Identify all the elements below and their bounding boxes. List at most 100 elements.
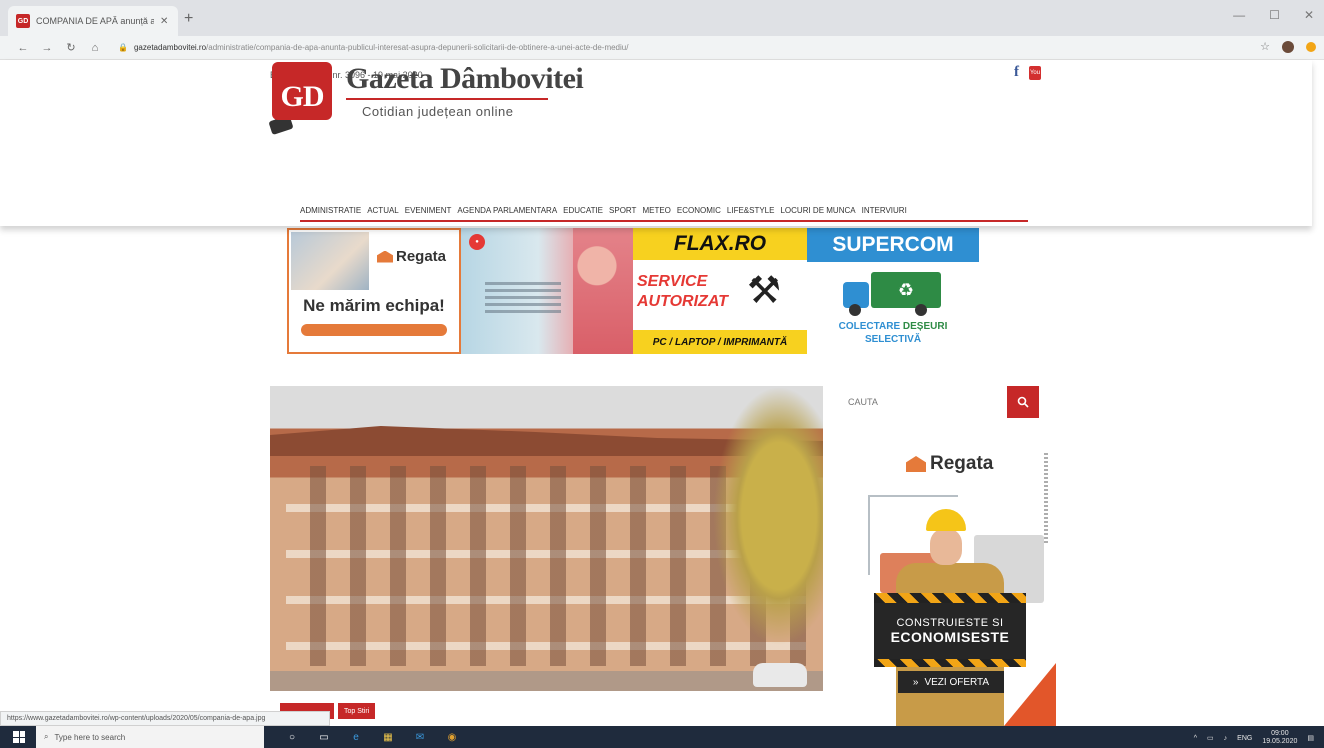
task-view-icon[interactable]: ▭ — [316, 730, 332, 744]
double-chevron-icon: » — [912, 676, 919, 688]
vezi-oferta-button[interactable]: » VEZI OFERTA — [898, 671, 1004, 693]
taskbar-apps: ○ ▭ e ▦ ✉ ◉ — [284, 730, 460, 744]
nav-item-locuri-de-munca[interactable]: LOCURI DE MUNCA — [780, 206, 855, 215]
badge-icon: ● — [469, 234, 485, 250]
youtube-icon[interactable]: You — [1029, 65, 1041, 80]
regata-headline: Ne mărim echipa! — [303, 296, 445, 315]
nav-item-interviuri[interactable]: INTERVIURI — [862, 206, 907, 215]
nav-item-economic[interactable]: ECONOMIC — [677, 206, 721, 215]
regata-sidebar-ad[interactable]: Regata CONSTRUIESTE SI ECONOMISESTE » VE… — [844, 443, 1056, 726]
close-window-icon[interactable]: ✕ — [1304, 8, 1314, 22]
regata-jobs-banner[interactable]: Regata Ne mărim echipa! — [287, 228, 461, 354]
tag-top-stiri[interactable]: Top Stiri — [338, 703, 376, 719]
profile-avatar[interactable] — [1282, 40, 1294, 53]
title-underline — [346, 98, 548, 100]
car — [753, 663, 807, 687]
window-controls: — ☐ ✕ — [1233, 8, 1314, 22]
forward-icon[interactable]: → — [38, 42, 56, 54]
hazard-stripe-bottom — [874, 659, 1026, 667]
house-icon — [906, 456, 926, 472]
url-domain: gazetadambovitei.ro — [133, 43, 207, 52]
search-icon: ⌕ — [44, 732, 49, 741]
facebook-icon[interactable]: f — [1014, 64, 1019, 81]
home-icon[interactable]: ⌂ — [86, 42, 104, 54]
windows-logo-icon — [13, 731, 25, 743]
tools-icon: ⚒ — [747, 270, 782, 312]
orange-corner — [1004, 663, 1056, 726]
edge-icon[interactable]: e — [348, 730, 364, 744]
bookmark-star-icon[interactable]: ☆ — [1260, 40, 1270, 53]
search-input[interactable] — [842, 386, 1007, 418]
supercom-text: COLECTARE DEȘEURI SELECTIVĂ — [838, 321, 948, 345]
site-header: Ediția de marți, nr. 3096 - 19 mai 2020 … — [0, 60, 1312, 226]
nav-underline — [300, 220, 1028, 222]
nav-item-educatie[interactable]: EDUCATIE — [563, 206, 603, 215]
social-links: f You — [1014, 64, 1041, 81]
url-path: /administratie/compania-de-apa-anunta-pu… — [206, 43, 629, 52]
nav-item-eveniment[interactable]: EVENIMENT — [405, 206, 452, 215]
sidebar-search — [842, 386, 1039, 418]
volume-icon[interactable]: ♪ — [1224, 735, 1228, 742]
flax-banner[interactable]: FLAX.RO SERVICE AUTORIZAT ⚒ PC / LAPTOP … — [633, 228, 807, 354]
language-indicator[interactable]: ENG — [1237, 735, 1252, 742]
regata-logo: Regata — [906, 453, 993, 475]
ad-text-lines — [485, 282, 561, 317]
notifications-icon[interactable]: ▤ — [1307, 734, 1314, 742]
store-icon[interactable]: ▦ — [380, 730, 396, 744]
supercom-banner[interactable]: SUPERCOM ♻ COLECTARE DEȘEURI SELECTIVĂ — [807, 228, 979, 354]
taskbar-search[interactable]: ⌕ Type here to search — [36, 726, 264, 748]
minimize-icon[interactable]: — — [1233, 8, 1245, 22]
mail-icon[interactable]: ✉ — [412, 730, 428, 744]
garbage-truck-icon: ♻ — [843, 270, 943, 316]
tab-title: COMPANIA DE APĂ anunță auti — [36, 16, 154, 26]
reload-icon[interactable]: ↻ — [62, 41, 80, 54]
favicon-icon: GD — [16, 14, 30, 28]
ad-message-panel: CONSTRUIESTE SI ECONOMISESTE — [874, 603, 1026, 659]
browser-tab-bar: GD COMPANIA DE APĂ anunță auti ✕ + — ☐ ✕ — [0, 0, 1324, 36]
tray-chevron-icon[interactable]: ^ — [1194, 735, 1197, 742]
music-ad-banner[interactable]: ● — [461, 228, 633, 354]
nav-item-agenda-parlamentara[interactable]: AGENDA PARLAMENTARA — [457, 206, 557, 215]
chrome-icon[interactable]: ◉ — [444, 730, 460, 744]
regata-logo: Regata — [377, 248, 446, 265]
browser-tab[interactable]: GD COMPANIA DE APĂ anunță auti ✕ — [8, 6, 178, 36]
browser-status-bar: https://www.gazetadambovitei.ro/wp-conte… — [0, 711, 330, 726]
nav-item-lifestyle[interactable]: LIFE&STYLE — [727, 206, 775, 215]
clock[interactable]: 09:00 19.05.2020 — [1262, 730, 1297, 746]
street — [270, 671, 823, 691]
back-icon[interactable]: ← — [14, 42, 32, 54]
toolbar-right: ☆ — [1260, 40, 1316, 53]
flax-logo: FLAX.RO — [633, 228, 807, 260]
house-icon — [377, 250, 393, 263]
site-title[interactable]: Gazeta Dâmbovitei — [346, 62, 584, 96]
article-hero-image[interactable] — [270, 386, 823, 691]
nav-item-sport[interactable]: SPORT — [609, 206, 636, 215]
nav-item-administratie[interactable]: ADMINISTRATIE — [300, 206, 361, 215]
extension-icon[interactable] — [1306, 41, 1316, 52]
search-icon — [1017, 396, 1029, 408]
hazard-stripe — [874, 593, 1026, 603]
worker-face — [930, 529, 962, 565]
nav-item-meteo[interactable]: METEO — [642, 206, 670, 215]
search-button[interactable] — [1007, 386, 1039, 418]
supercom-logo: SUPERCOM — [807, 228, 979, 262]
headphones-person-image — [573, 228, 633, 354]
site-logo[interactable]: GD — [272, 62, 332, 120]
cortana-icon[interactable]: ○ — [284, 730, 300, 744]
address-bar[interactable]: 🔒 gazetadambovitei.ro/administratie/comp… — [118, 43, 1218, 52]
new-tab-icon[interactable]: + — [184, 10, 193, 28]
logo-letters: GD — [280, 80, 325, 113]
network-icon[interactable]: ▭ — [1207, 734, 1214, 742]
office-photo — [291, 232, 369, 290]
site-tagline: Cotidian județean online — [362, 104, 514, 119]
nav-item-actual[interactable]: ACTUAL — [367, 206, 399, 215]
maximize-icon[interactable]: ☐ — [1269, 8, 1280, 22]
main-navigation: ADMINISTRATIE ACTUAL EVENIMENT AGENDA PA… — [300, 206, 907, 215]
tree — [713, 386, 823, 646]
start-button[interactable] — [8, 726, 30, 748]
system-tray: ^ ▭ ♪ ENG 09:00 19.05.2020 ▤ — [1194, 730, 1314, 746]
close-tab-icon[interactable]: ✕ — [160, 16, 168, 27]
browser-toolbar: ← → ↻ ⌂ 🔒 gazetadambovitei.ro/administra… — [0, 36, 1324, 60]
regata-apply-button[interactable] — [301, 324, 447, 336]
vertical-fineprint — [1044, 453, 1048, 543]
